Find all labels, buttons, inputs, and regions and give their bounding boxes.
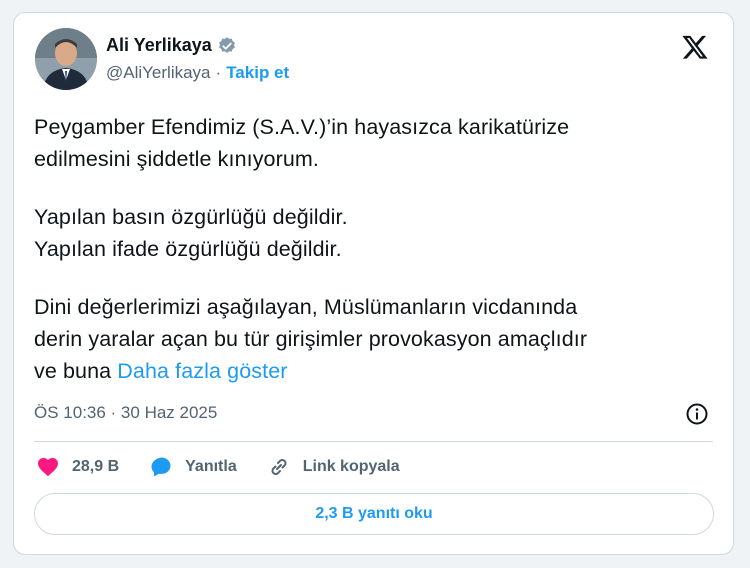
reply-button[interactable]: Yanıtla <box>149 455 237 479</box>
tweet-card: Ali Yerlikaya @AliYerlikaya · Takip et P… <box>13 12 734 555</box>
read-replies-label: 2,3 B yanıtı oku <box>315 505 433 522</box>
copy-link-button[interactable]: Link kopyala <box>267 455 400 479</box>
action-bar: 28,9 B Yanıtla Link kopyala <box>36 455 430 479</box>
copy-link-label: Link kopyala <box>302 458 400 475</box>
author-handle[interactable]: @AliYerlikaya <box>106 63 211 83</box>
like-button[interactable]: 28,9 B <box>36 455 119 479</box>
show-more-link[interactable]: Daha fazla göster <box>117 359 287 383</box>
tweet-timestamp[interactable]: ÖS 10:36 · 30 Haz 2025 <box>34 403 217 423</box>
tweet-line: Peygamber Efendimiz (S.A.V.)’in hayasızc… <box>34 115 570 139</box>
author-name[interactable]: Ali Yerlikaya <box>106 35 212 56</box>
info-icon[interactable] <box>685 402 709 426</box>
heart-icon <box>38 458 58 477</box>
follow-link[interactable]: Takip et <box>226 63 289 83</box>
x-logo-icon[interactable] <box>681 33 709 61</box>
tweet-line: ve buna <box>34 359 112 383</box>
read-replies-button[interactable]: 2,3 B yanıtı oku <box>34 493 714 535</box>
speech-bubble-icon <box>151 457 171 477</box>
tweet-text: Peygamber Efendimiz (S.A.V.)’in hayasızc… <box>34 111 724 387</box>
divider <box>34 441 713 442</box>
separator-dot: · <box>215 63 222 82</box>
avatar[interactable] <box>35 28 97 90</box>
link-icon <box>271 459 287 475</box>
tweet-line: derin yaralar açan bu tür girişimler pro… <box>34 327 588 351</box>
reply-label: Yanıtla <box>185 458 237 475</box>
tweet-line: Yapılan ifade özgürlüğü değildir. <box>34 237 342 261</box>
tweet-line: Dini değerlerimizi aşağılayan, Müslümanl… <box>34 295 578 319</box>
tweet-line: Yapılan basın özgürlüğü değildir. <box>34 205 348 229</box>
tweet-line: edilmesini şiddetle kınıyorum. <box>34 147 320 171</box>
like-count: 28,9 B <box>72 458 120 475</box>
verified-badge-icon <box>218 36 235 53</box>
